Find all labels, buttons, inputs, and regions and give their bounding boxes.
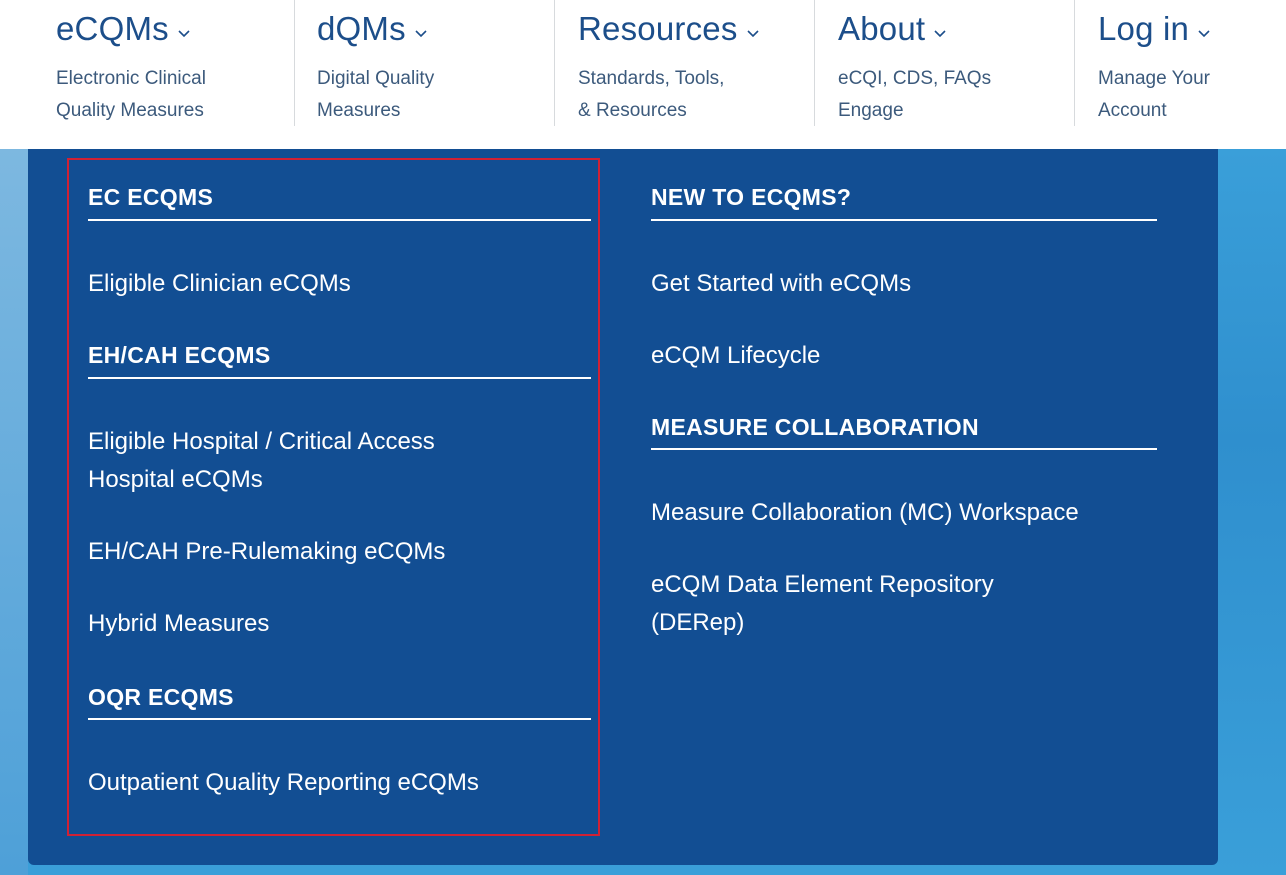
page-background-edge	[0, 149, 28, 875]
chevron-down-icon	[934, 8, 946, 46]
section-heading-ec-ecqms: EC ECQMS	[88, 184, 214, 210]
nav-subtitle-resources: Standards, Tools, & Resources	[578, 68, 725, 121]
nav-title-resources: Resources	[578, 10, 759, 50]
heading-divider	[88, 718, 591, 720]
link-eligible-clinician-ecqms[interactable]: Eligible Clinician eCQMs	[88, 265, 351, 303]
nav-title-login: Log in	[1098, 10, 1210, 50]
link-eligible-hospital-cah-ecqms[interactable]: Eligible Hospital / Critical Access Hosp…	[88, 423, 435, 499]
nav-subtitle-login: Manage Your Account	[1098, 68, 1210, 121]
nav-divider	[294, 0, 295, 126]
heading-divider	[88, 377, 591, 379]
section-heading-eh-cah-ecqms: EH/CAH ECQMS	[88, 342, 271, 368]
top-navigation: eCQMs Electronic Clinical Quality Measur…	[0, 0, 1286, 149]
nav-title-ecqms: eCQMs	[56, 10, 190, 50]
nav-title-dqms: dQMs	[317, 10, 427, 50]
section-heading-new-to-ecqms: NEW TO ECQMS?	[651, 184, 852, 210]
link-hybrid-measures[interactable]: Hybrid Measures	[88, 605, 269, 643]
nav-item-about[interactable]: About eCQI, CDS, FAQs Engage	[838, 0, 1068, 126]
nav-item-ecqms[interactable]: eCQMs Electronic Clinical Quality Measur…	[56, 0, 286, 126]
link-measure-collaboration-workspace[interactable]: Measure Collaboration (MC) Workspace	[651, 494, 1079, 532]
link-ecqm-lifecycle[interactable]: eCQM Lifecycle	[651, 337, 820, 375]
link-ecqm-data-element-repository[interactable]: eCQM Data Element Repository (DERep)	[651, 566, 994, 642]
heading-divider	[651, 219, 1157, 221]
nav-divider	[554, 0, 555, 126]
chevron-down-icon	[415, 8, 427, 46]
section-heading-measure-collaboration: MEASURE COLLABORATION	[651, 414, 979, 440]
nav-divider	[814, 0, 815, 126]
nav-title-about: About	[838, 10, 946, 50]
nav-item-resources[interactable]: Resources Standards, Tools, & Resources	[578, 0, 808, 126]
link-eh-cah-pre-rulemaking-ecqms[interactable]: EH/CAH Pre-Rulemaking eCQMs	[88, 533, 445, 571]
nav-subtitle-dqms: Digital Quality Measures	[317, 68, 435, 121]
chevron-down-icon	[178, 8, 190, 46]
link-get-started-with-ecqms[interactable]: Get Started with eCQMs	[651, 265, 911, 303]
nav-item-dqms[interactable]: dQMs Digital Quality Measures	[317, 0, 547, 126]
nav-subtitle-ecqms: Electronic Clinical Quality Measures	[56, 68, 206, 121]
heading-divider	[651, 448, 1157, 450]
heading-divider	[88, 219, 591, 221]
section-heading-oqr-ecqms: OQR ECQMS	[88, 684, 234, 710]
chevron-down-icon	[746, 8, 759, 46]
link-outpatient-quality-reporting-ecqms[interactable]: Outpatient Quality Reporting eCQMs	[88, 764, 479, 802]
nav-item-login[interactable]: Log in Manage Your Account	[1098, 0, 1278, 126]
chevron-down-icon	[1198, 8, 1210, 46]
nav-divider	[1074, 0, 1075, 126]
nav-subtitle-about: eCQI, CDS, FAQs Engage	[838, 68, 992, 121]
